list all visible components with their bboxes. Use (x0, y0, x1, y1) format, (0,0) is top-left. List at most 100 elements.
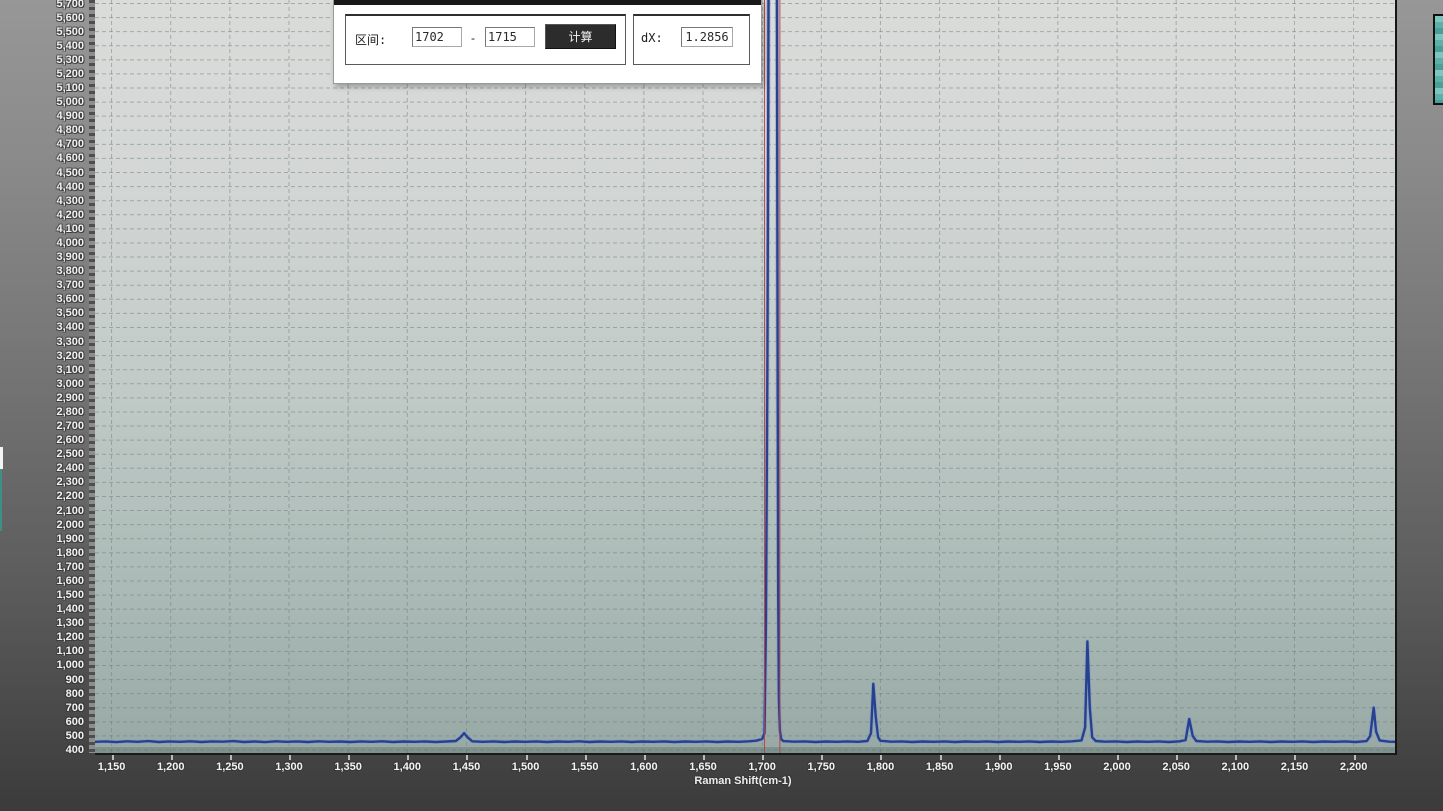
y-tick-label: 1,000 (0, 659, 84, 671)
y-tick-label: 5,400 (0, 40, 84, 52)
y-tick-label: 4,700 (0, 138, 84, 150)
y-tick-label: 5,700 (0, 0, 84, 10)
interval-to-input[interactable] (485, 27, 535, 47)
y-tick-label: 3,800 (0, 265, 84, 277)
y-tick-label: 500 (0, 730, 84, 742)
x-axis-tick (407, 755, 409, 760)
x-axis-tick (585, 755, 587, 760)
y-tick-label: 600 (0, 716, 84, 728)
interval-separator: - (471, 31, 475, 45)
y-tick-label: 4,000 (0, 237, 84, 249)
y-tick-label: 5,000 (0, 96, 84, 108)
x-tick-label: 1,500 (496, 761, 556, 773)
x-tick-label: 2,150 (1264, 761, 1324, 773)
x-axis-tick (348, 755, 350, 760)
x-axis-tick (466, 755, 468, 760)
x-tick-label: 1,600 (614, 761, 674, 773)
x-tick-label: 1,300 (259, 761, 319, 773)
y-tick-label: 4,400 (0, 181, 84, 193)
x-axis-tick (171, 755, 173, 760)
x-tick-label: 1,950 (1028, 761, 1088, 773)
x-tick-label: 1,800 (850, 761, 910, 773)
y-tick-label: 3,900 (0, 251, 84, 263)
x-axis-tick (1235, 755, 1237, 760)
x-tick-label: 1,250 (200, 761, 260, 773)
x-axis-tick (821, 755, 823, 760)
y-tick-label: 1,500 (0, 589, 84, 601)
y-tick-label: 1,300 (0, 617, 84, 629)
x-axis-tick (880, 755, 882, 760)
y-tick-label: 3,400 (0, 321, 84, 333)
y-axis-tick-strip (89, 0, 95, 753)
left-edge-window-fragment-teal (0, 469, 2, 531)
x-axis-tick (999, 755, 1001, 760)
calculate-button[interactable]: 计算 (545, 24, 616, 49)
y-tick-label: 2,000 (0, 519, 84, 531)
y-tick-label: 2,600 (0, 434, 84, 446)
y-tick-label: 2,900 (0, 392, 84, 404)
y-tick-label: 3,700 (0, 279, 84, 291)
x-axis-tick (1176, 755, 1178, 760)
y-tick-label: 1,600 (0, 575, 84, 587)
y-tick-label: 800 (0, 688, 84, 700)
y-tick-label: 3,500 (0, 307, 84, 319)
y-tick-label: 1,400 (0, 603, 84, 615)
y-tick-label: 4,500 (0, 167, 84, 179)
x-tick-label: 1,550 (555, 761, 615, 773)
y-tick-label: 4,200 (0, 209, 84, 221)
raman-analysis-window: 4005006007008009001,0001,1001,2001,3001,… (0, 0, 1443, 811)
dx-value-input[interactable] (681, 27, 733, 47)
x-tick-label: 2,100 (1205, 761, 1265, 773)
x-tick-label: 2,050 (1146, 761, 1206, 773)
x-tick-label: 1,850 (910, 761, 970, 773)
y-tick-label: 1,800 (0, 547, 84, 559)
y-tick-label: 2,500 (0, 448, 84, 460)
docked-panel-fragment[interactable] (1433, 14, 1443, 105)
x-axis-title: Raman Shift(cm-1) (643, 775, 843, 787)
x-axis-tick (289, 755, 291, 760)
interval-groupbox: 区间: - 计算 (345, 14, 626, 65)
y-tick-label: 3,000 (0, 378, 84, 390)
interval-from-input[interactable] (412, 27, 462, 47)
y-tick-label: 1,100 (0, 645, 84, 657)
x-axis-tick (1294, 755, 1296, 760)
y-tick-label: 4,900 (0, 110, 84, 122)
x-tick-label: 1,450 (436, 761, 496, 773)
x-tick-label: 1,150 (82, 761, 142, 773)
y-tick-label: 3,600 (0, 293, 84, 305)
y-tick-label: 3,100 (0, 364, 84, 376)
spectrum-plot[interactable] (95, 0, 1397, 755)
x-axis-tick (1117, 755, 1119, 760)
y-tick-label: 400 (0, 744, 84, 756)
dialog-titlebar[interactable] (334, 0, 761, 5)
x-axis-tick (526, 755, 528, 760)
y-tick-label: 1,900 (0, 533, 84, 545)
x-tick-label: 1,700 (732, 761, 792, 773)
x-axis-tick (112, 755, 114, 760)
x-axis-tick (644, 755, 646, 760)
x-axis-tick (940, 755, 942, 760)
interval-label: 区间: (355, 31, 386, 48)
spectrum-canvas (95, 0, 1395, 753)
x-tick-label: 2,200 (1324, 761, 1384, 773)
x-tick-label: 2,000 (1087, 761, 1147, 773)
x-tick-label: 1,900 (969, 761, 1029, 773)
y-tick-label: 700 (0, 702, 84, 714)
x-axis-tick (1354, 755, 1356, 760)
y-tick-label: 5,500 (0, 26, 84, 38)
y-tick-label: 4,300 (0, 195, 84, 207)
y-tick-label: 2,400 (0, 462, 84, 474)
x-tick-label: 1,350 (318, 761, 378, 773)
x-tick-label: 1,650 (673, 761, 733, 773)
y-tick-label: 4,800 (0, 124, 84, 136)
x-axis-tick (1058, 755, 1060, 760)
x-tick-label: 1,200 (141, 761, 201, 773)
dx-groupbox: dX: (633, 14, 750, 65)
y-tick-label: 4,600 (0, 152, 84, 164)
x-axis-tick (762, 755, 764, 760)
y-tick-label: 5,300 (0, 54, 84, 66)
y-tick-label: 2,800 (0, 406, 84, 418)
y-tick-label: 5,100 (0, 82, 84, 94)
y-tick-label: 2,300 (0, 476, 84, 488)
y-tick-label: 5,200 (0, 68, 84, 80)
